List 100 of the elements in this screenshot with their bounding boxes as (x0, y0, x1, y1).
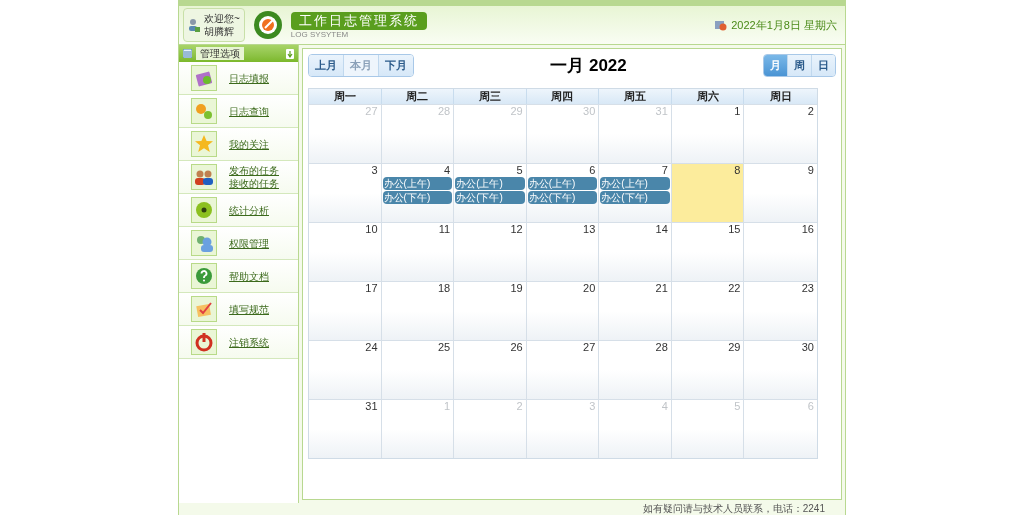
month-nav-button[interactable]: 下月 (379, 55, 413, 76)
day-number: 13 (583, 223, 597, 236)
day-cell[interactable]: 19 (454, 282, 527, 340)
user-icon (188, 18, 200, 32)
day-cell[interactable]: 5 办公(上午) 办公(下午) (454, 164, 527, 222)
day-cell[interactable]: 29 (671, 341, 745, 399)
day-number: 5 (734, 400, 742, 413)
day-cell[interactable]: 9 (744, 164, 817, 222)
day-number: 21 (655, 282, 669, 295)
day-cell[interactable]: 14 (599, 223, 672, 281)
day-cell[interactable]: 10 (309, 223, 382, 281)
day-number: 30 (583, 105, 597, 118)
event-chip[interactable]: 办公(上午) (600, 177, 670, 190)
event-chip[interactable]: 办公(下午) (455, 191, 525, 204)
footer-text: 如有疑问请与技术人员联系，电话：2241 (642, 503, 825, 515)
day-cell[interactable]: 26 (454, 341, 527, 399)
collapse-icon[interactable] (286, 48, 294, 59)
day-number: 27 (583, 341, 597, 354)
menu-link[interactable]: 发布的任务 (229, 164, 279, 177)
day-cell[interactable]: 25 (381, 341, 455, 399)
day-cell[interactable]: 11 (381, 223, 455, 281)
sidebar-title: 管理选项 (196, 47, 244, 60)
menu-link[interactable]: 我的关注 (229, 137, 269, 151)
people-icon (191, 164, 217, 190)
list-icon (183, 49, 192, 58)
day-cell[interactable]: 27 (526, 341, 600, 399)
help-icon (191, 263, 217, 289)
day-number: 29 (728, 341, 742, 354)
weekday-header: 周二 (381, 89, 455, 104)
day-number: 24 (365, 341, 379, 354)
day-number: 19 (510, 282, 524, 295)
day-cell[interactable]: 15 (671, 223, 745, 281)
day-cell[interactable]: 8 (671, 164, 745, 222)
day-number: 17 (365, 282, 379, 295)
view-tab[interactable]: 周 (788, 55, 812, 76)
system-subtitle: LOG SYSYTEM (290, 29, 350, 39)
menu-link[interactable]: 统计分析 (229, 203, 269, 217)
event-chip[interactable]: 办公(下午) (382, 191, 453, 204)
day-number: 12 (510, 223, 524, 236)
event-chip[interactable]: 办公(下午) (527, 191, 598, 204)
pen-icon (191, 296, 217, 322)
day-number: 26 (510, 341, 524, 354)
day-number: 4 (444, 164, 452, 177)
day-number: 7 (661, 164, 669, 177)
day-number: 5 (516, 164, 524, 177)
menu-link[interactable]: 注销系统 (229, 335, 269, 349)
menu-link[interactable]: 日志填报 (229, 71, 269, 85)
menu-link[interactable]: 权限管理 (229, 236, 269, 250)
weekday-header: 周四 (526, 89, 600, 104)
menu-link[interactable]: 接收的任务 (229, 177, 279, 190)
day-cell[interactable]: 21 (599, 282, 672, 340)
day-number: 22 (728, 282, 742, 295)
day-number: 9 (807, 164, 815, 177)
menu-link[interactable]: 日志查询 (229, 104, 269, 118)
weekday-header: 周三 (454, 89, 527, 104)
day-cell[interactable]: 13 (526, 223, 600, 281)
day-cell[interactable]: 6 办公(上午) 办公(下午) (526, 164, 600, 222)
event-chip[interactable]: 办公(上午) (455, 177, 525, 190)
day-cell[interactable]: 4 办公(上午) 办公(下午) (381, 164, 455, 222)
day-number: 3 (371, 164, 379, 177)
day-cell[interactable]: 3 (309, 164, 382, 222)
day-cell[interactable]: 1 (671, 105, 745, 163)
day-cell[interactable]: 2 (744, 105, 817, 163)
day-cell[interactable]: 23 (744, 282, 817, 340)
day-cell[interactable]: 20 (526, 282, 600, 340)
day-number: 31 (655, 105, 669, 118)
day-number: 11 (438, 223, 452, 236)
day-number: 28 (655, 341, 669, 354)
day-number: 28 (437, 105, 452, 118)
day-number: 2 (516, 400, 524, 413)
event-chip[interactable]: 办公(下午) (600, 191, 670, 204)
day-number: 23 (801, 282, 815, 295)
current-date: 2022年1月8日 星期六 (731, 17, 837, 33)
day-cell[interactable]: 22 (671, 282, 745, 340)
day-cell[interactable]: 24 (309, 341, 382, 399)
day-cell[interactable]: 16 (744, 223, 817, 281)
day-number: 8 (734, 164, 742, 177)
day-cell[interactable]: 31 (309, 400, 382, 458)
day-cell[interactable]: 18 (381, 282, 455, 340)
view-tab[interactable]: 日 (812, 55, 835, 76)
users-icon (191, 230, 217, 256)
user-name: 胡腾辉 (204, 25, 235, 38)
calendar-title: 一月 2022 (549, 54, 628, 77)
event-chip[interactable]: 办公(上午) (382, 177, 453, 190)
day-number: 16 (801, 223, 815, 236)
day-number: 18 (437, 282, 452, 295)
day-number: 27 (365, 105, 379, 118)
day-cell[interactable]: 30 (744, 341, 817, 399)
day-number: 15 (728, 223, 742, 236)
month-nav-button[interactable]: 上月 (309, 55, 344, 76)
menu-link[interactable]: 填写规范 (229, 302, 269, 316)
menu-link[interactable]: 帮助文档 (229, 269, 269, 283)
weekday-header: 周一 (309, 89, 382, 104)
day-cell[interactable]: 28 (599, 341, 672, 399)
day-cell[interactable]: 17 (309, 282, 382, 340)
power-icon (191, 329, 217, 355)
event-chip[interactable]: 办公(上午) (527, 177, 598, 190)
system-title: 工作日志管理系统 (290, 11, 427, 30)
day-cell[interactable]: 12 (454, 223, 527, 281)
day-cell[interactable]: 7 办公(上午) 办公(下午) (599, 164, 672, 222)
